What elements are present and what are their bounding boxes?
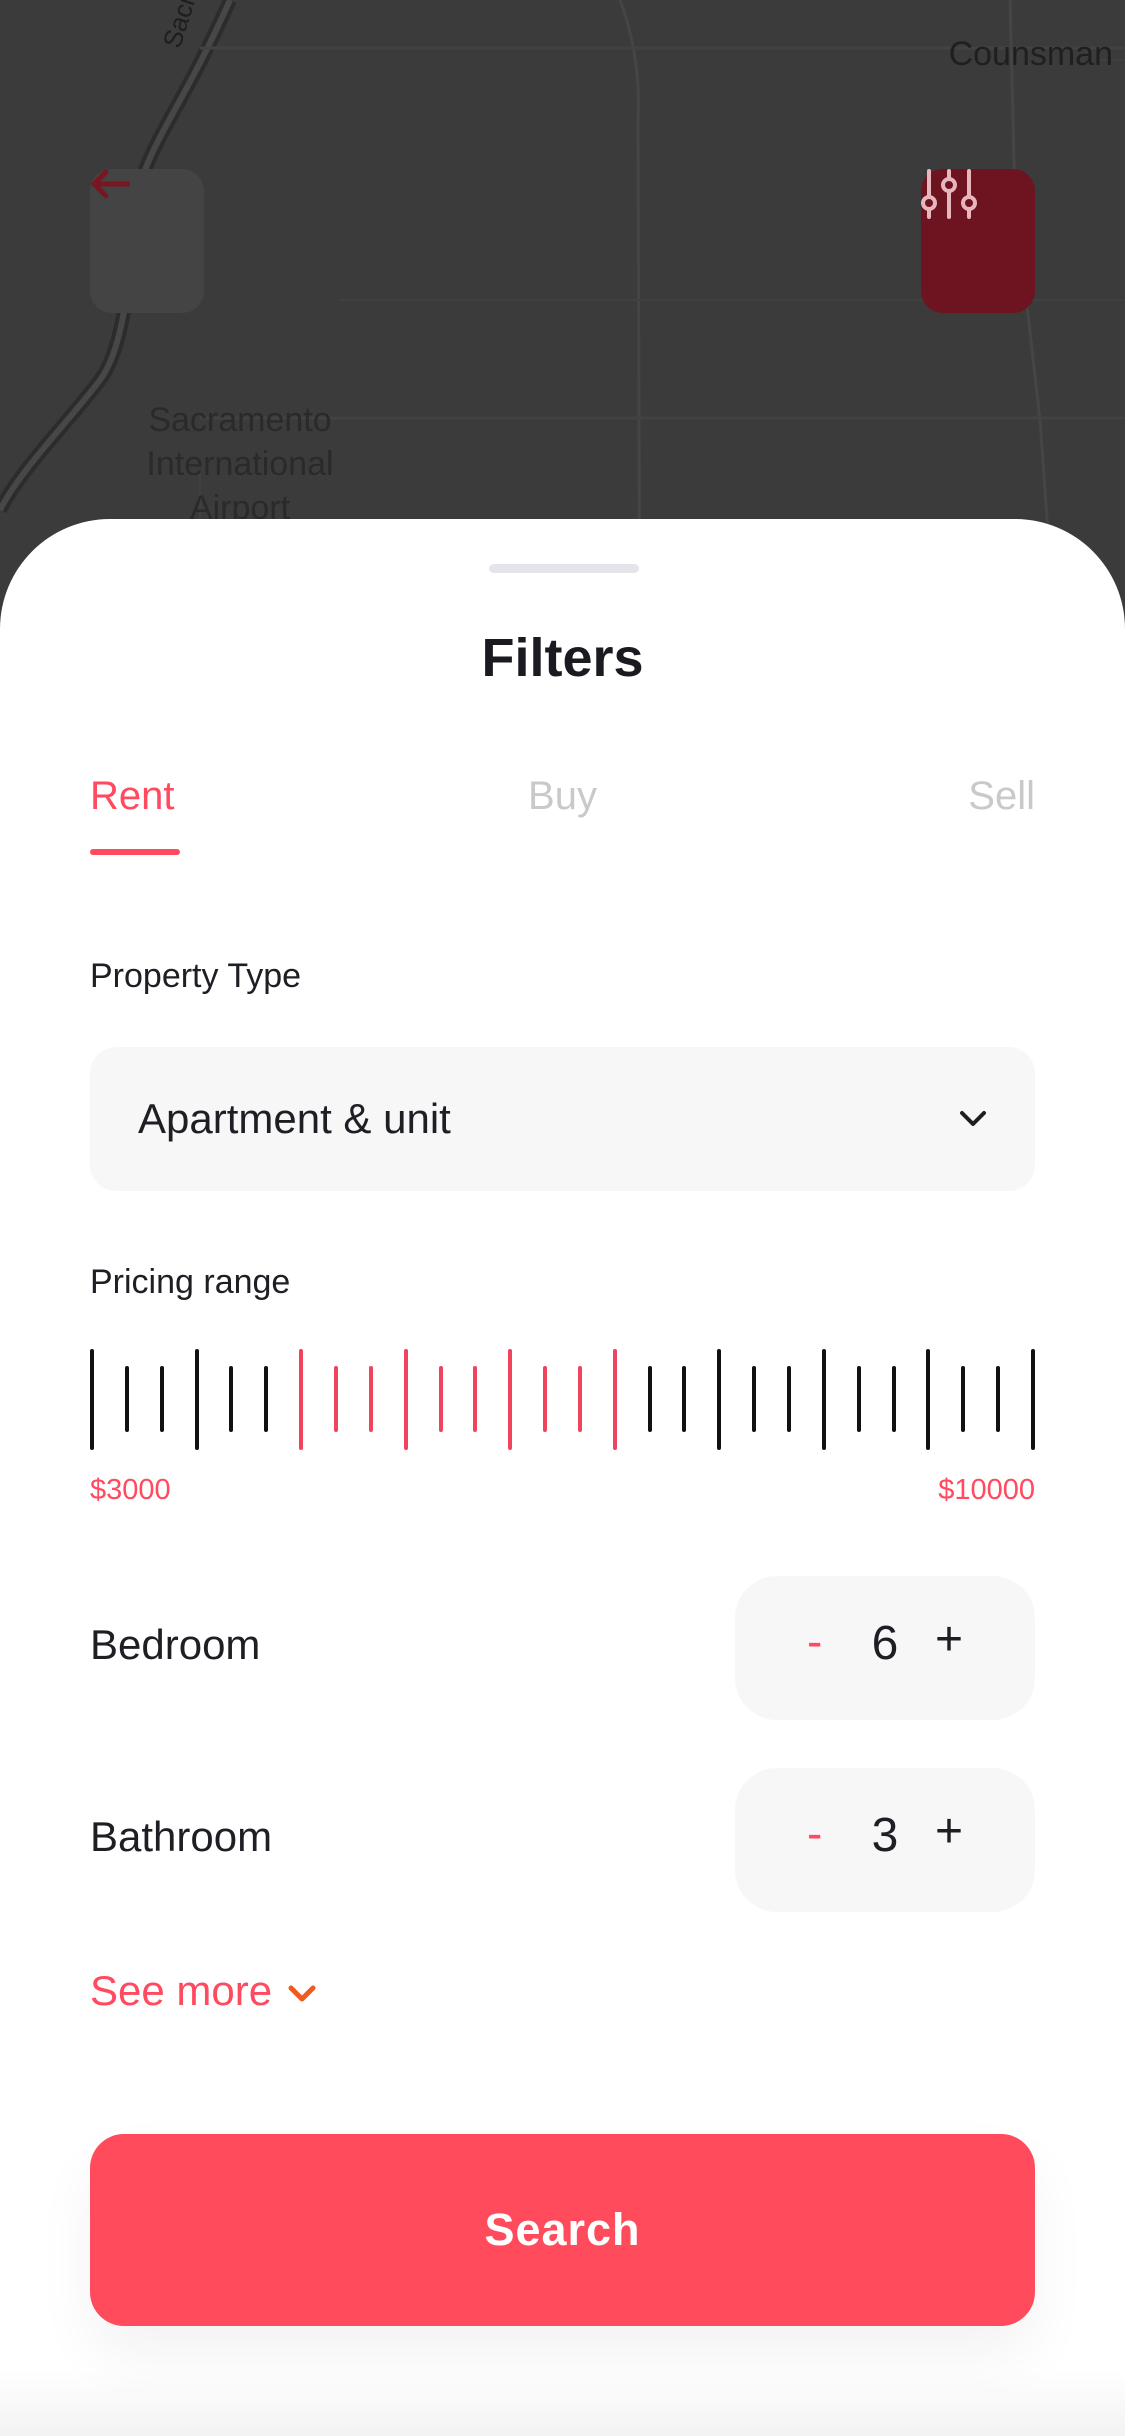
bedroom-count: 6 <box>871 1617 899 1670</box>
price-range-tick <box>857 1366 861 1432</box>
price-range-tick <box>299 1349 303 1450</box>
arrow-left-icon <box>91 169 130 199</box>
price-range-tick <box>1031 1349 1035 1450</box>
filters-sheet: Filters Rent Buy Sell Property Type Apar… <box>0 519 1125 2436</box>
sheet-title: Filters <box>481 628 644 688</box>
bathroom-decrement-button[interactable]: - <box>807 1806 822 1860</box>
price-range-tick <box>613 1349 617 1450</box>
price-range-tick <box>369 1366 373 1432</box>
bathroom-count: 3 <box>871 1809 899 1862</box>
tab-rent[interactable]: Rent <box>90 774 175 819</box>
price-range-tick <box>160 1366 164 1432</box>
chevron-down-icon <box>288 1985 316 2002</box>
price-range-tick <box>578 1366 582 1432</box>
price-range-tick <box>334 1366 338 1432</box>
bedroom-stepper: - 6 + <box>735 1576 1035 1720</box>
price-range-tick <box>717 1349 721 1450</box>
price-range-tick <box>508 1349 512 1450</box>
listing-type-tabs: Rent Buy Sell <box>90 774 1035 854</box>
bottom-fade <box>0 2369 1125 2436</box>
price-range-tick <box>682 1366 686 1432</box>
price-range-tick <box>90 1349 94 1450</box>
property-type-value: Apartment & unit <box>138 1095 451 1142</box>
see-more-link[interactable]: See more <box>90 1967 316 2015</box>
price-min-label: $3000 <box>90 1474 171 1506</box>
bedroom-label: Bedroom <box>90 1621 261 1668</box>
tab-sell[interactable]: Sell <box>968 774 1035 819</box>
map-airport-label: Sacramento International Airport <box>120 398 360 530</box>
bedroom-increment-button[interactable]: + <box>935 1612 963 1667</box>
price-range-tick <box>787 1366 791 1432</box>
price-range-tick <box>439 1366 443 1432</box>
sheet-drag-handle[interactable] <box>489 564 639 573</box>
property-type-label: Property Type <box>90 957 302 995</box>
tab-buy-wrapper: Buy <box>90 774 1035 819</box>
see-more-label: See more <box>90 1967 273 2014</box>
bathroom-stepper: - 3 + <box>735 1768 1035 1912</box>
price-range-tick <box>404 1349 408 1450</box>
search-button[interactable]: Search <box>90 2134 1035 2326</box>
bedroom-decrement-button[interactable]: - <box>807 1614 822 1668</box>
back-button[interactable] <box>90 169 204 313</box>
price-range-tick <box>473 1366 477 1432</box>
active-tab-indicator <box>90 849 180 855</box>
bathroom-label: Bathroom <box>90 1813 273 1860</box>
pricing-range-slider[interactable] <box>90 1349 1035 1453</box>
pricing-range-label: Pricing range <box>90 1263 291 1301</box>
price-range-tick <box>195 1349 199 1450</box>
tab-buy[interactable]: Buy <box>528 774 597 818</box>
map-place-label: Counsman <box>948 35 1113 73</box>
property-type-select[interactable]: Apartment & unit <box>90 1047 1035 1191</box>
filter-button[interactable] <box>921 169 1035 313</box>
price-range-tick <box>822 1349 826 1450</box>
price-range-tick <box>996 1366 1000 1432</box>
price-range-tick <box>926 1349 930 1450</box>
price-max-label: $10000 <box>938 1474 1035 1506</box>
map-airport-label-line: Sacramento <box>148 401 332 439</box>
chevron-down-icon <box>960 1111 986 1126</box>
price-range-tick <box>961 1366 965 1432</box>
map-airport-label-line: International <box>146 445 334 483</box>
price-range-tick <box>892 1366 896 1432</box>
price-range-tick <box>229 1366 233 1432</box>
price-range-tick <box>752 1366 756 1432</box>
sliders-icon <box>921 169 977 219</box>
price-range-tick <box>264 1366 268 1432</box>
price-range-tick <box>543 1366 547 1432</box>
price-range-tick <box>648 1366 652 1432</box>
price-range-tick <box>125 1366 129 1432</box>
search-button-label: Search <box>484 2204 641 2255</box>
bathroom-increment-button[interactable]: + <box>935 1804 963 1859</box>
